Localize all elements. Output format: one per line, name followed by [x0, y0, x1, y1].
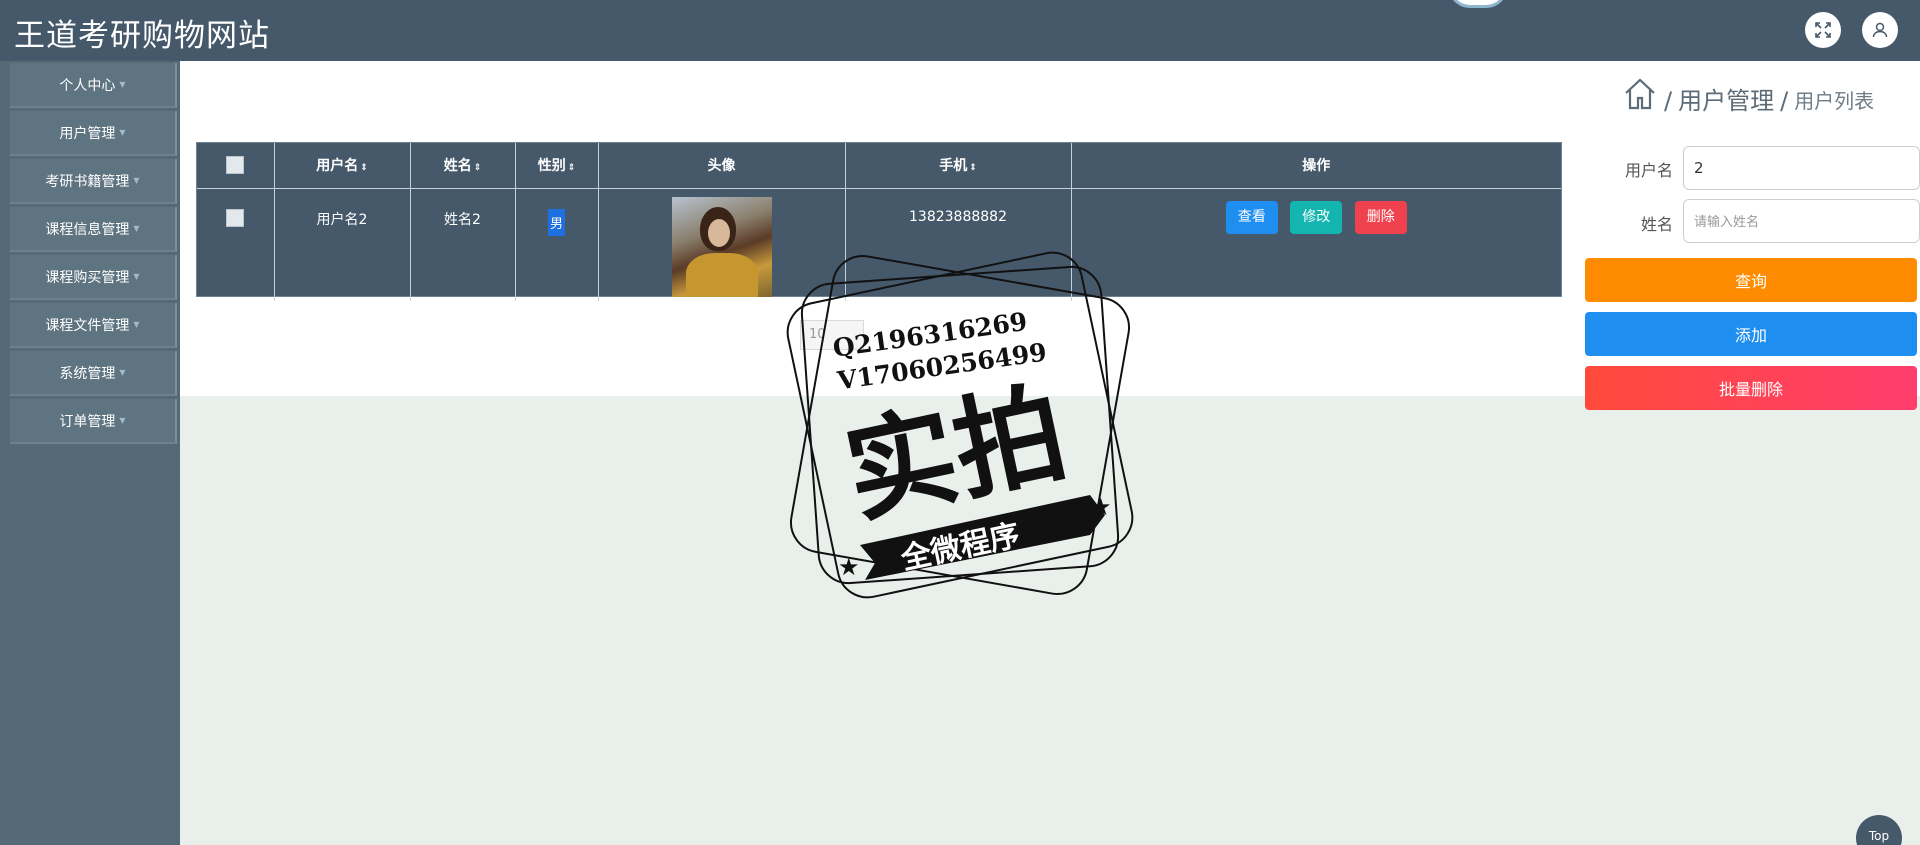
table-header-row: 用户名 ⇕ 姓名 ⇕ 性别 ⇕ 头像 手机 ⇕ 操作 — [197, 143, 1561, 189]
breadcrumb-level1[interactable]: 用户管理 — [1678, 82, 1774, 120]
chevron-down-icon: ▼ — [119, 80, 126, 89]
breadcrumb-separator: / — [1780, 87, 1789, 115]
sort-icon: ⇕ — [567, 163, 576, 174]
cell-actions: 查看 修改 删除 — [1071, 188, 1561, 301]
cell-gender: 男 — [515, 188, 599, 301]
column-header-avatar: 头像 — [598, 143, 846, 189]
chevron-down-icon: ▼ — [133, 224, 140, 233]
column-header-name[interactable]: 姓名 ⇕ — [410, 143, 516, 189]
chevron-down-icon: ▼ — [133, 176, 140, 185]
sort-icon: ⇕ — [473, 163, 482, 174]
sort-icon: ⇕ — [969, 163, 977, 174]
table-row: 用户名2 姓名2 男 13823888882 查看 修改 删除 — [197, 188, 1561, 301]
username-input[interactable] — [1683, 146, 1920, 190]
chevron-down-icon: ▼ — [119, 368, 126, 377]
column-header-phone[interactable]: 手机 ⇕ — [845, 143, 1072, 189]
cell-name: 姓名2 — [410, 188, 516, 301]
sidebar-item-label: 课程购买管理 — [45, 269, 130, 286]
breadcrumb-level2: 用户列表 — [1794, 89, 1875, 113]
chevron-down-icon: ▼ — [119, 128, 126, 137]
home-icon[interactable] — [1622, 76, 1658, 120]
sidebar-item-label: 课程文件管理 — [45, 317, 130, 334]
sidebar: 个人中心 ▼ 用户管理 ▼ 考研书籍管理 ▼ 课程信息管理 ▼ 课程购买管理 ▼ 课程文件… — [0, 61, 180, 845]
top-bar: 王道考研购物网站 — [0, 0, 1920, 61]
avatar[interactable] — [671, 196, 772, 297]
cell-phone: 13823888882 — [845, 188, 1072, 301]
column-header-username[interactable]: 用户名 ⇕ — [274, 143, 411, 189]
sidebar-item-label: 订单管理 — [59, 413, 116, 430]
row-select-cell — [197, 188, 275, 301]
column-header-gender[interactable]: 性别 ⇕ — [515, 143, 599, 189]
page-size-select[interactable]: 10 — [800, 320, 864, 350]
sidebar-item-books[interactable]: 考研书籍管理 ▼ — [10, 159, 177, 204]
expand-icon — [1815, 22, 1831, 38]
edit-button[interactable]: 修改 — [1290, 200, 1343, 234]
app-title: 王道考研购物网站 — [14, 18, 270, 54]
sidebar-item-label: 系统管理 — [59, 365, 116, 382]
sidebar-item-label: 课程信息管理 — [45, 221, 130, 238]
sidebar-item-label: 考研书籍管理 — [45, 173, 130, 190]
sidebar-item-label: 个人中心 — [59, 77, 116, 94]
username-label: 用户名 — [1624, 161, 1673, 180]
cell-username: 用户名2 — [274, 188, 411, 301]
column-header-actions: 操作 — [1071, 143, 1561, 189]
sidebar-item-course-files[interactable]: 课程文件管理 ▼ — [10, 303, 177, 348]
star-icon: ★ — [838, 553, 860, 581]
top-avatar-circle — [1448, 0, 1508, 8]
delete-button[interactable]: 删除 — [1354, 200, 1407, 234]
chevron-down-icon: ▼ — [119, 416, 126, 425]
sidebar-item-personal-center[interactable]: 个人中心 ▼ — [10, 63, 177, 108]
breadcrumb: / 用户管理 / 用户列表 — [1622, 76, 1874, 120]
select-all-checkbox[interactable] — [226, 156, 245, 175]
chevron-down-icon: ▼ — [133, 320, 140, 329]
user-button[interactable] — [1862, 12, 1898, 48]
sidebar-item-system[interactable]: 系统管理 ▼ — [10, 351, 177, 396]
back-to-top-button[interactable]: Top — [1856, 815, 1902, 845]
add-button[interactable]: 添加 — [1585, 312, 1917, 356]
star-icon: ★ — [1090, 493, 1112, 521]
sidebar-item-course-purchase[interactable]: 课程购买管理 ▼ — [10, 255, 177, 300]
sidebar-item-course-info[interactable]: 课程信息管理 ▼ — [10, 207, 177, 252]
chevron-down-icon: ▼ — [133, 272, 140, 281]
sidebar-item-label: 用户管理 — [59, 125, 116, 142]
user-table: 用户名 ⇕ 姓名 ⇕ 性别 ⇕ 头像 手机 ⇕ 操作 用户名2 姓名2 男 138238… — [196, 142, 1562, 301]
view-button[interactable]: 查看 — [1225, 200, 1278, 234]
watermark-banner: 全微程序 — [897, 518, 1023, 577]
sort-icon: ⇕ — [360, 163, 368, 174]
fullscreen-button[interactable] — [1805, 12, 1841, 48]
breadcrumb-separator: / — [1664, 87, 1673, 115]
sidebar-item-orders[interactable]: 订单管理 ▼ — [10, 399, 177, 444]
sidebar-item-user-management[interactable]: 用户管理 ▼ — [10, 111, 177, 156]
gender-tag: 男 — [547, 208, 565, 236]
name-label: 姓名 — [1640, 215, 1673, 234]
query-button[interactable]: 查询 — [1585, 258, 1917, 302]
select-all-cell — [197, 143, 275, 189]
name-input[interactable] — [1683, 199, 1920, 243]
row-checkbox[interactable] — [226, 208, 245, 227]
cell-avatar — [598, 188, 846, 301]
batch-delete-button[interactable]: 批量删除 — [1585, 366, 1917, 410]
user-icon — [1872, 22, 1888, 38]
